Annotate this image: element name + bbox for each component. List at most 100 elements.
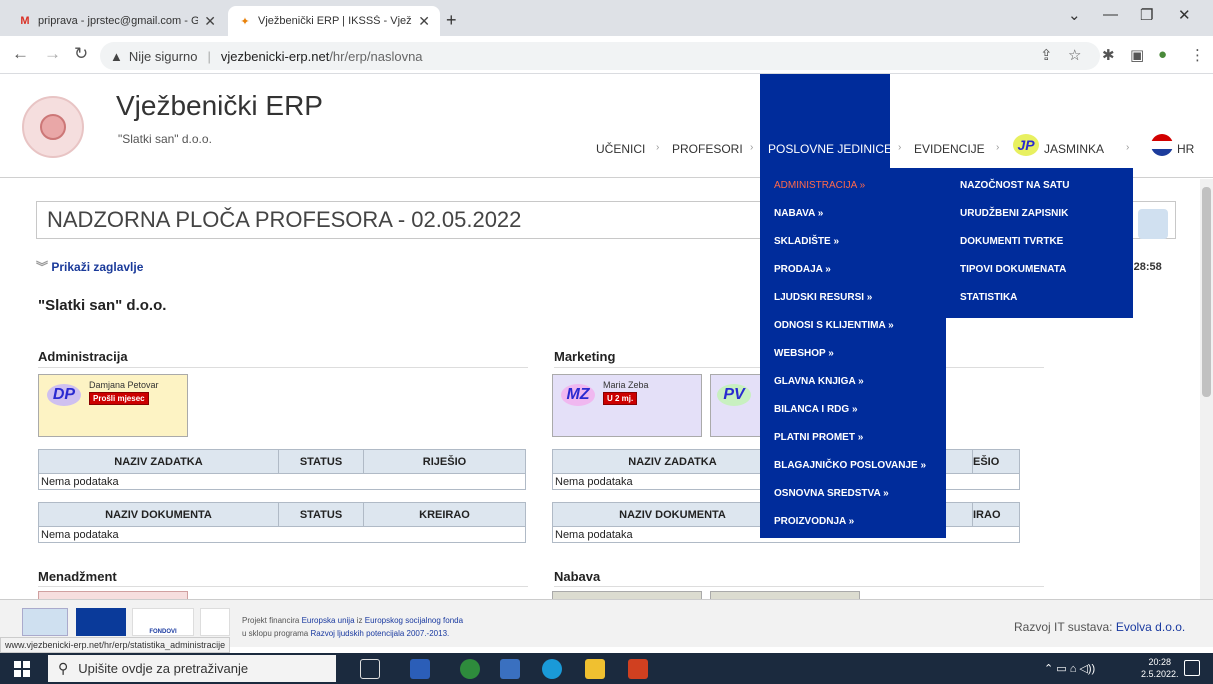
column-header[interactable]: IRAO [972,502,1020,527]
footer-link[interactable]: Europska unija [302,616,355,625]
column-header[interactable]: STATUS [278,449,364,474]
nav-language[interactable]: HR [1177,142,1194,156]
scrollbar-thumb[interactable] [1202,187,1211,397]
edge-icon[interactable] [542,659,562,679]
browser-toolbar: ← → ↻ ▲ Nije sigurno | vjezbenicki-erp.n… [0,36,1213,74]
nav-evidencije[interactable]: EVIDENCIJE [914,142,985,156]
store-icon[interactable] [500,659,520,679]
bookmark-star-icon[interactable]: ☆ [1068,46,1081,64]
url-host: vjezbenicki-erp.net [220,48,330,64]
menu-item-osnovna-sredstva[interactable]: OSNOVNA SREDSTVA » [774,488,889,499]
share-icon[interactable]: ⇪ [1040,46,1053,64]
task-view-icon[interactable] [360,659,380,679]
submenu-item-nazocnost[interactable]: NAZOČNOST NA SATU [960,180,1069,191]
documents-table: NAZIV DOKUMENTA STATUS KREIRAO Nema poda… [38,502,526,543]
table-row: Nema podataka [38,526,526,543]
browser-tab-bar: M priprava - jprstec@gmail.com - G ✕ ✦ V… [0,0,1213,36]
menu-item-blagajnicko[interactable]: BLAGAJNIČKO POSLOVANJE » [774,460,926,471]
gmail-icon: M [20,15,30,27]
system-tray[interactable]: ⌃ ▭ ⌂ ◁)) [1044,662,1095,675]
page-scrollbar[interactable] [1200,179,1213,599]
submenu-item-statistika[interactable]: STATISTIKA [960,292,1017,303]
section-marketing: Marketing [554,349,616,364]
powerpoint-icon[interactable] [628,659,648,679]
close-window-icon[interactable]: ✕ [1178,6,1191,24]
column-header[interactable]: EŠIO [972,449,1020,474]
section-nabava: Nabava [554,569,601,584]
user-avatar[interactable]: JP [1013,134,1039,156]
user-card[interactable] [710,591,860,599]
school-logo[interactable] [22,96,84,158]
clock-date: 2.5.2022. [1141,669,1179,679]
minimize-icon[interactable]: — [1103,6,1118,23]
back-icon[interactable]: ← [12,44,29,64]
security-label[interactable]: Nije sigurno [129,49,198,64]
menu-item-platni-promet[interactable]: PLATNI PROMET » [774,432,863,443]
menu-item-administracija[interactable]: ADMINISTRACIJA » [774,180,865,191]
new-tab-icon[interactable]: + [446,10,457,31]
footer-link[interactable]: Razvoj ljudskih potencijala 2007.-2013. [310,629,449,638]
sidepanel-icon[interactable]: ▣ [1130,46,1144,64]
croatia-flag-icon[interactable] [1151,134,1173,156]
nav-user-name[interactable]: JASMINKA [1044,142,1104,156]
menu-item-glavna-knjiga[interactable]: GLAVNA KNJIGA » [774,376,864,387]
reload-icon[interactable]: ↻ [74,44,88,64]
menu-item-bilanca[interactable]: BILANCA I RDG » [774,404,858,415]
column-header[interactable]: STATUS [278,502,364,527]
footer-link[interactable]: Europskog socijalnog fonda [365,616,463,625]
close-tab-icon[interactable]: ✕ [204,13,216,30]
menu-item-skladiste[interactable]: SKLADIŠTE » [774,236,839,247]
file-explorer-icon[interactable] [585,659,605,679]
fondovi-logo: FONDOVI [132,608,194,636]
nav-separator: › [656,142,660,153]
company-name: "Slatki san" d.o.o. [38,297,167,314]
evolva-link[interactable]: Evolva d.o.o. [1116,620,1185,634]
user-card[interactable]: PV [710,374,760,437]
nav-profesori[interactable]: PROFESORI [672,142,743,156]
esf-logo [200,608,230,636]
user-info-icon[interactable] [1138,209,1168,239]
chrome-icon[interactable] [460,659,480,679]
nav-separator: › [750,142,754,153]
user-card[interactable]: DP Damjana Petovar Prošli mjesec [38,374,188,437]
nav-ucenici[interactable]: UČENICI [596,142,645,156]
tab-search-icon[interactable]: ⌄ [1068,6,1081,24]
nav-poslovne-jedinice[interactable]: POSLOVNE JEDINICE [768,142,892,156]
menu-item-odnosi-s-klijentima[interactable]: ODNOSI S KLIJENTIMA » [774,320,894,331]
administracija-submenu: NAZOČNOST NA SATU URUDŽBENI ZAPISNIK DOK… [946,168,1133,318]
tab-gmail[interactable]: M priprava - jprstec@gmail.com - G ✕ [8,6,226,36]
show-header-link[interactable]: ︾ Prikaži zaglavlje [36,258,143,275]
column-header[interactable]: KREIRAO [363,502,526,527]
word-icon[interactable] [410,659,430,679]
user-card[interactable] [552,591,702,599]
profile-avatar-icon[interactable]: ● [1158,46,1167,63]
user-card[interactable]: MZ Maria Zeba U 2 mj. [552,374,702,437]
warning-icon[interactable]: ▲ [110,49,123,64]
restore-icon[interactable]: ❐ [1140,6,1153,24]
column-header[interactable]: NAZIV ZADATKA [552,449,793,474]
menu-kebab-icon[interactable]: ⋮ [1190,46,1205,64]
forward-icon[interactable]: → [44,44,61,64]
extensions-icon[interactable]: ✱ [1102,46,1115,64]
menu-item-webshop[interactable]: WEBSHOP » [774,348,834,359]
windows-start-icon[interactable] [14,661,30,677]
column-header[interactable]: NAZIV DOKUMENTA [552,502,793,527]
submenu-item-urudzbeni[interactable]: URUDŽBENI ZAPISNIK [960,208,1068,219]
taskbar-search[interactable]: ⚲ Upišite ovdje za pretraživanje [48,655,336,682]
submenu-item-dokumenti[interactable]: DOKUMENTI TVRTKE [960,236,1063,247]
business-units-menu: ADMINISTRACIJA » NABAVA » SKLADIŠTE » PR… [760,168,946,538]
close-tab-icon[interactable]: ✕ [418,13,430,30]
user-card[interactable] [38,591,188,599]
address-bar[interactable]: ▲ Nije sigurno | vjezbenicki-erp.net/hr/… [100,42,1100,70]
taskbar-clock[interactable]: 20:28 2.5.2022. [1141,656,1179,680]
menu-item-nabava[interactable]: NABAVA » [774,208,823,219]
menu-item-ljudski-resursi[interactable]: LJUDSKI RESURSI » [774,292,872,303]
column-header[interactable]: RIJEŠIO [363,449,526,474]
tab-erp[interactable]: ✦ Vježbenički ERP | IKSSŠ - Vježbe ✕ [228,6,440,36]
menu-item-prodaja[interactable]: PRODAJA » [774,264,831,275]
menu-item-proizvodnja[interactable]: PROIZVODNJA » [774,516,854,527]
notifications-icon[interactable] [1184,660,1200,676]
column-header[interactable]: NAZIV DOKUMENTA [38,502,279,527]
submenu-item-tipovi[interactable]: TIPOVI DOKUMENATA [960,264,1066,275]
column-header[interactable]: NAZIV ZADATKA [38,449,279,474]
